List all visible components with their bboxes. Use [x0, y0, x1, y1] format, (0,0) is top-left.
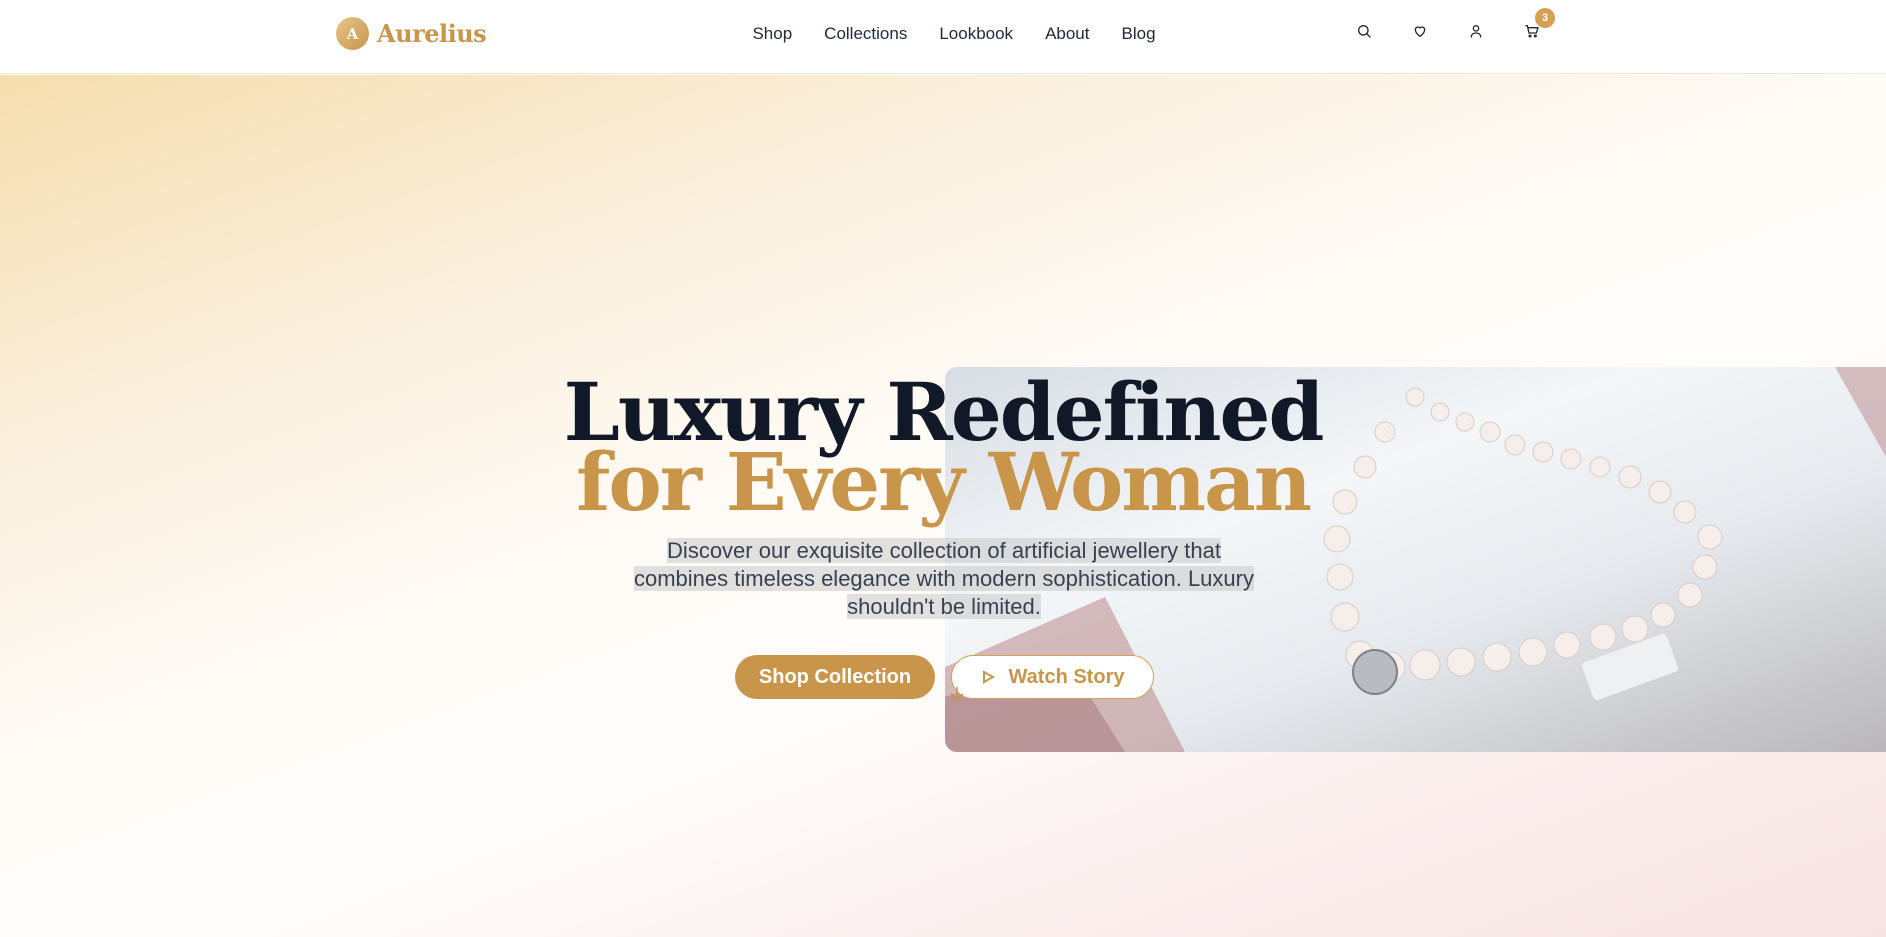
- cart-count-badge: 3: [1535, 8, 1555, 28]
- nav-collections[interactable]: Collections: [824, 24, 907, 44]
- logo-text: Aurelius: [377, 19, 487, 48]
- hero-description-text: Discover our exquisite collection of art…: [634, 538, 1254, 619]
- nav-lookbook[interactable]: Lookbook: [939, 24, 1013, 44]
- watch-story-label: Watch Story: [1008, 665, 1125, 688]
- hero-description: Discover our exquisite collection of art…: [618, 537, 1270, 621]
- hero-section: Luxury Redefined for Every Woman Discove…: [0, 75, 1886, 937]
- hero-title-line2: for Every Woman: [576, 435, 1312, 529]
- site-header: A Aurelius Shop Collections Lookbook Abo…: [0, 0, 1886, 74]
- cart-icon[interactable]: 3: [1523, 8, 1555, 40]
- search-icon[interactable]: [1355, 22, 1373, 40]
- shop-collection-button[interactable]: Shop Collection: [735, 655, 935, 699]
- logo-badge: A: [336, 17, 369, 50]
- user-icon[interactable]: [1467, 22, 1485, 40]
- heart-icon[interactable]: [1411, 22, 1429, 40]
- watch-story-button[interactable]: Watch Story: [951, 655, 1154, 699]
- main-nav: Shop Collections Lookbook About Blog: [0, 0, 1886, 68]
- play-icon: [982, 670, 995, 684]
- nav-blog[interactable]: Blog: [1122, 24, 1156, 44]
- nav-about[interactable]: About: [1045, 24, 1089, 44]
- nav-shop[interactable]: Shop: [752, 24, 792, 44]
- header-actions: 3: [1355, 8, 1555, 40]
- logo[interactable]: A Aurelius: [336, 17, 487, 50]
- arrow-down-icon[interactable]: [948, 685, 966, 708]
